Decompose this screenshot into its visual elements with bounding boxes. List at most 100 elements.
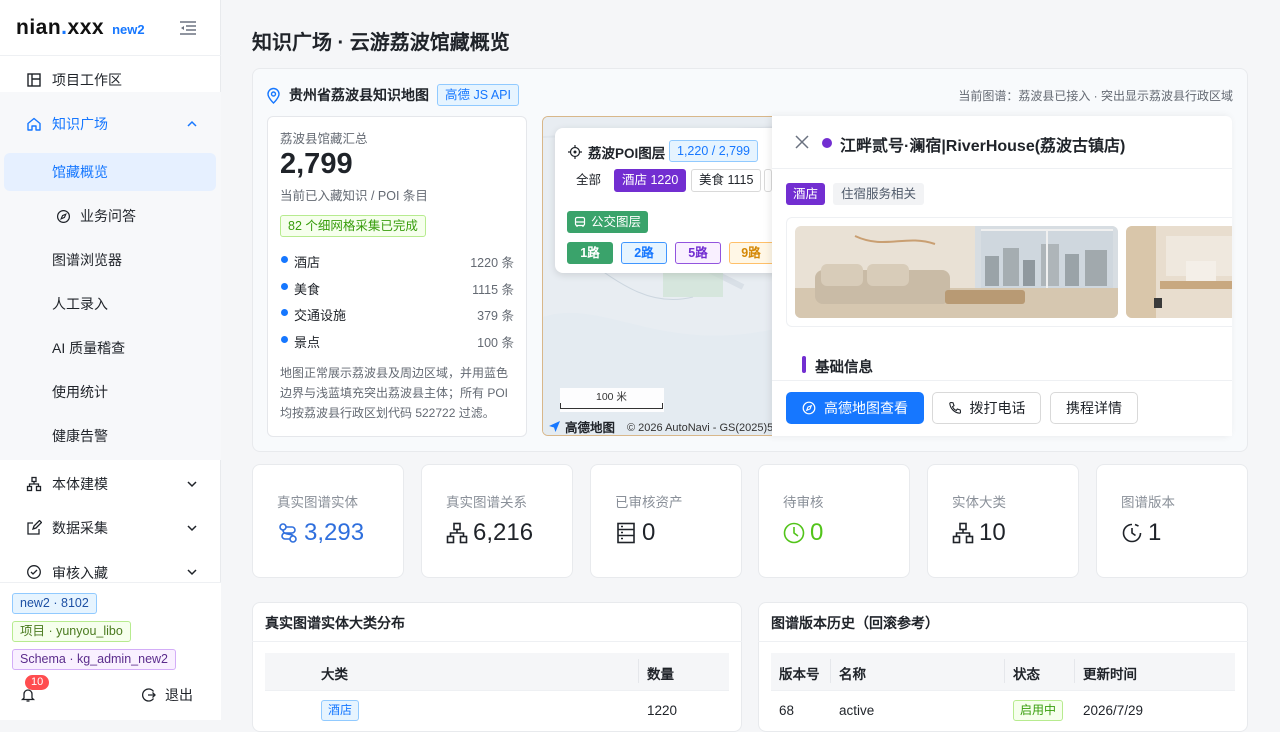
sidebar-sub-health-alerts[interactable]: 健康告警 [4,417,216,455]
poi-subtype-tag: 住宿服务相关 [833,183,925,205]
column-separator [830,659,831,683]
project-pill: 项目 · yunyou_libo [12,621,131,642]
sidebar-item-label: 审核入藏 [52,565,108,581]
filter-food[interactable]: 美食 1115 [691,169,762,192]
stat-number: 0 [642,519,656,546]
api-tag: 高德 JS API [437,84,519,106]
category-dot [281,283,288,290]
logout-button[interactable]: 退出 [141,685,193,705]
layout-icon [27,73,41,87]
category-row[interactable]: 酒店 1220 条 [280,250,514,270]
hierarchy-icon [952,522,974,544]
category-count: 1115 条 [472,283,514,297]
table-cell-updated: 2026/7/29 [1083,703,1144,718]
stat-label: 已审核资产 [615,495,683,510]
sidebar-item-data-collection[interactable]: 数据采集 [4,509,216,547]
route-1-button[interactable]: 1路 [567,242,613,264]
bus-layer-label: 公交图层 [591,215,642,229]
sidebar-sub-label: 健康告警 [52,428,108,444]
panel-divider [252,641,742,642]
section-accent-bar [802,356,806,373]
summary-note: 地图正常展示荔波县及周边区域，并用蓝色边界与浅蓝填充突出荔波县主体；所有 POI… [280,366,509,420]
bedroom-photo [1126,226,1232,318]
sidebar-sub-label: AI 质量稽查 [52,340,126,356]
ctrip-detail-button[interactable]: 携程详情 [1050,392,1138,424]
column-separator [1004,659,1005,683]
poi-detail-title: 江畔贰号·澜宿|RiverHouse(荔波古镇店) [840,138,1126,155]
clock-icon [783,522,805,544]
stat-label: 待审核 [783,495,824,510]
column-header-name[interactable]: 名称 [839,663,866,683]
home-icon [27,117,41,131]
sidebar-sub-label: 图谱浏览器 [52,252,122,268]
summary-total: 2,799 [280,148,353,180]
category-dot [281,256,288,263]
column-header-count[interactable]: 数量 [647,663,674,683]
sidebar-sub-ai-quality[interactable]: AI 质量稽查 [4,329,216,367]
sidebar-item-workspace[interactable]: 项目工作区 [4,61,216,99]
brand-logo[interactable]: nian.xxx new2 [16,16,145,40]
logout-icon [142,688,156,702]
ctrip-detail-label: 携程详情 [1066,400,1122,416]
column-header-category[interactable]: 大类 [321,663,348,683]
sidebar-item-label: 知识广场 [52,116,108,132]
sidebar-item-review-collect[interactable]: 审核入藏 [4,553,216,582]
entity-distribution-title: 真实图谱实体大类分布 [265,615,405,631]
stat-value: 0 [783,519,823,547]
category-name: 交通设施 [294,308,347,323]
category-row[interactable]: 交通设施 379 条 [280,303,514,323]
sidebar-item-label: 本体建模 [52,476,108,492]
route-2-button[interactable]: 2路 [621,242,667,264]
sidebar-sub-collection-overview[interactable]: 馆藏概览 [4,153,216,191]
chevron-down-icon [187,481,197,488]
sidebar-item-knowledge-square[interactable]: 知识广场 [4,105,216,143]
filter-hotel[interactable]: 酒店 1220 [614,169,687,192]
route-9-button[interactable]: 9路 [729,242,772,264]
sidebar-sub-business-qa[interactable]: 业务问答 [4,197,216,235]
sidebar-divider [0,55,221,56]
map-scale-bar [560,403,663,409]
category-row[interactable]: 美食 1115 条 [280,277,514,297]
category-row[interactable]: 景点 100 条 [280,330,514,350]
sidebar-item-ontology[interactable]: 本体建模 [4,465,216,503]
hotel-photo[interactable] [795,226,1118,318]
table-cell-name: active [839,703,875,718]
filter-more[interactable] [764,169,772,192]
amap-logo-text: 高德地图 [565,421,616,435]
stat-value: 3,293 [277,519,364,547]
filter-all[interactable]: 全部 [568,169,610,192]
grid-complete-tag: 82 个细网格采集已完成 [280,215,426,237]
poi-type-tag: 酒店 [786,183,826,205]
amap-view-button[interactable]: 高德地图查看 [786,392,924,424]
bus-layer-toggle[interactable]: 公交图层 [567,211,649,233]
poi-layer-title: 荔波POI图层 [568,142,665,162]
hotel-photo[interactable] [1126,226,1232,318]
column-header-version[interactable]: 版本号 [779,663,820,683]
route-5-button[interactable]: 5路 [675,242,721,264]
location-pin-icon [267,87,280,104]
category-name: 酒店 [294,255,321,270]
logout-label: 退出 [165,687,193,703]
stat-number: 0 [810,519,824,546]
column-header-updated[interactable]: 更新时间 [1083,663,1137,683]
close-icon[interactable] [795,135,809,149]
stat-label: 真实图谱实体 [277,495,358,510]
column-header-status[interactable]: 状态 [1013,663,1040,683]
amap-logo[interactable]: 高德地图 [548,417,615,436]
sidebar-sub-label: 人工录入 [52,296,108,312]
call-phone-button[interactable]: 拨打电话 [932,392,1041,424]
notification-badge: 10 [25,675,50,690]
sidebar-sub-label: 馆藏概览 [52,164,108,180]
menu-fold-icon[interactable] [179,20,197,36]
sidebar-sub-usage-stats[interactable]: 使用统计 [4,373,216,411]
sidebar-item-label: 数据采集 [52,520,108,536]
stat-label: 图谱版本 [1121,495,1175,510]
living-room-photo [795,226,1118,318]
amap-arrow-icon [549,421,560,432]
poi-count-tag: 1,220 / 2,799 [669,140,758,162]
sidebar-sub-graph-browser[interactable]: 图谱浏览器 [4,241,216,279]
stat-card-pending [758,464,910,578]
sidebar-sub-manual-entry[interactable]: 人工录入 [4,285,216,323]
stat-label: 实体大类 [952,495,1006,510]
table-cell-count: 1220 [647,703,678,718]
